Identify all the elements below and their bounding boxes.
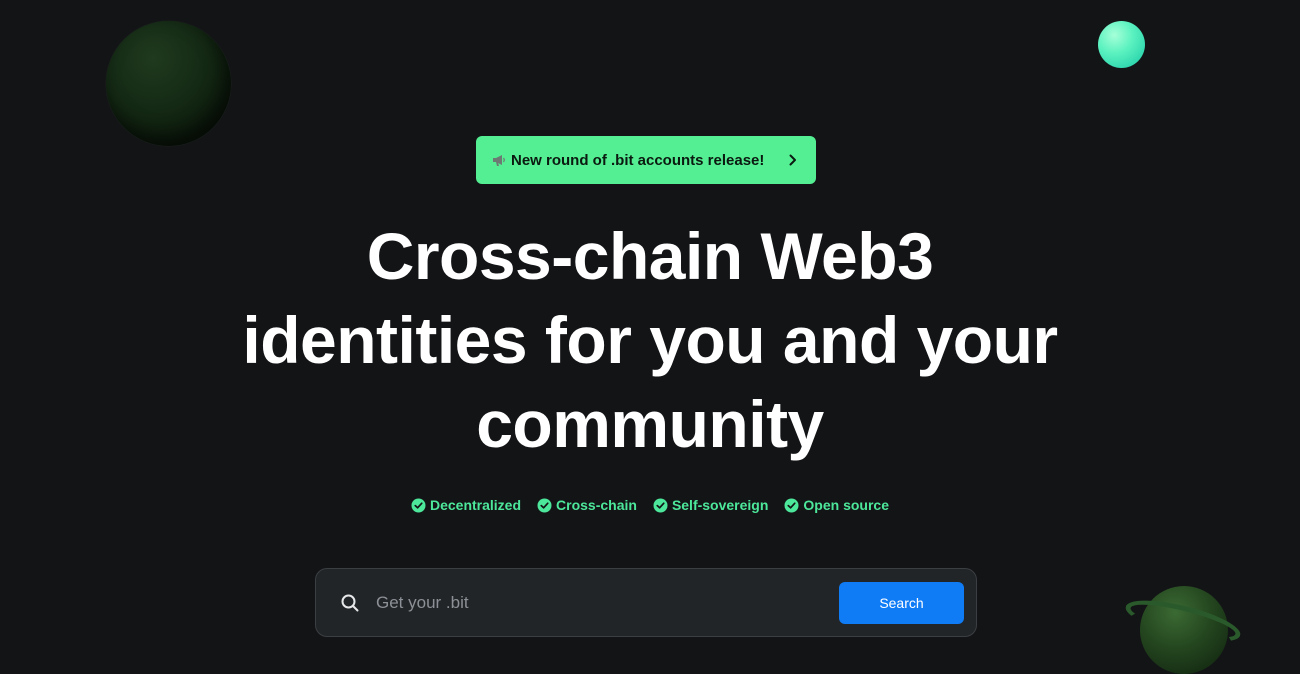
hero-title-line: identities for you and your (242, 303, 1058, 377)
feature-label: Cross-chain (556, 497, 637, 513)
search-bar: Search (315, 568, 977, 637)
check-circle-icon (411, 498, 426, 513)
feature-item-open-source: Open source (784, 497, 889, 513)
check-circle-icon (784, 498, 799, 513)
hero-title: Cross-chain Web3 identities for you and … (150, 214, 1150, 466)
feature-label: Decentralized (429, 497, 522, 513)
search-icon (340, 593, 360, 613)
feature-item-self-sovereign: Self-sovereign (653, 497, 768, 513)
check-circle-icon (537, 498, 552, 513)
check-circle-icon (653, 498, 668, 513)
hero-title-line: community (476, 387, 824, 461)
feature-item-cross-chain: Cross-chain (537, 497, 637, 513)
search-button[interactable]: Search (839, 581, 964, 624)
chevron-right-icon (786, 154, 800, 166)
feature-label: Self-sovereign (671, 497, 769, 513)
feature-list: Decentralized Cross-chain Self-sovereign… (0, 497, 1300, 513)
feature-item-decentralized: Decentralized (411, 497, 521, 513)
search-input[interactable] (374, 591, 839, 614)
announcement-label: New round of .bit accounts release! (511, 151, 765, 169)
feature-label: Open source (803, 497, 890, 513)
announcement-banner[interactable]: New round of .bit accounts release! (476, 136, 816, 184)
hero-title-line: Cross-chain Web3 (366, 219, 934, 293)
megaphone-icon (492, 153, 506, 167)
decorative-planet (1122, 586, 1244, 674)
decorative-sphere-mint (1098, 21, 1145, 68)
decorative-sphere-dark (106, 21, 231, 146)
